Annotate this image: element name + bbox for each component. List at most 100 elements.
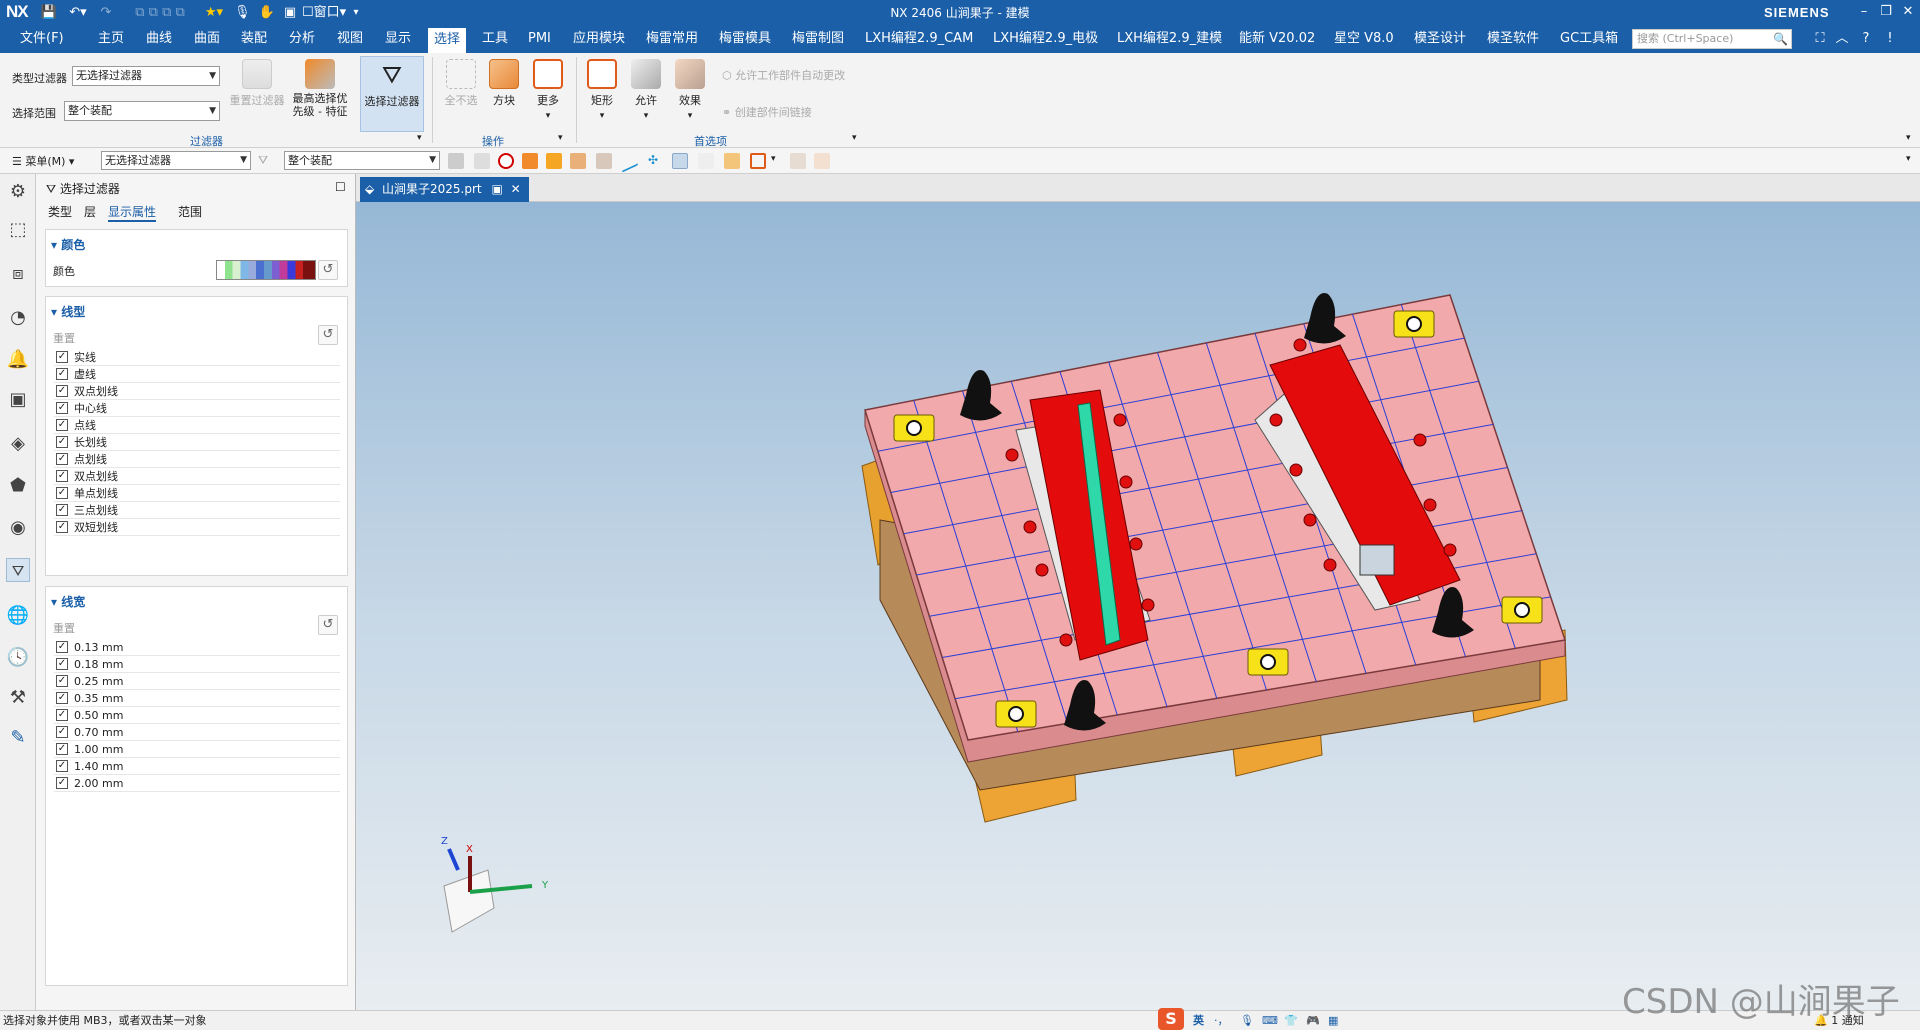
document-tab[interactable]: ⬙ 山涧果子2025.prt ▣ ✕ xyxy=(360,177,529,202)
select-view-icon[interactable] xyxy=(814,153,830,169)
menu-lxh-cam[interactable]: LXH编程2.9_CAM xyxy=(865,30,973,50)
toolbar-options-icon[interactable]: ▾ xyxy=(1906,154,1911,164)
toolbar-type-filter-select[interactable]: 无选择过滤器 ▼ xyxy=(101,151,251,170)
web-browser-icon[interactable]: 🌐 xyxy=(6,604,30,628)
linetype-row[interactable]: ✓ 点线 xyxy=(54,417,340,434)
rectangle-button[interactable]: 矩形 ▾ xyxy=(582,59,622,121)
highest-priority-button[interactable]: 最高选择优 先级 - 特征 xyxy=(286,59,354,118)
history-clock-icon[interactable]: 🕓 xyxy=(6,646,30,670)
linetype-row[interactable]: ✓ 双点划线 xyxy=(54,383,340,400)
linewidth-row[interactable]: ✓ 0.70 mm xyxy=(54,724,340,741)
toolbar-scope-select[interactable]: 整个装配 ▼ xyxy=(284,151,440,170)
microphone-icon[interactable]: 🎙 xyxy=(234,3,251,22)
more-button[interactable]: 更多 ▾ xyxy=(528,59,568,121)
ime-skin-icon[interactable]: 👕 xyxy=(1284,1011,1298,1030)
ime-punctuation-icon[interactable]: ·， xyxy=(1214,1011,1229,1030)
menu-pmi[interactable]: PMI xyxy=(528,30,551,50)
help-icon[interactable]: ? xyxy=(1854,29,1878,49)
ime-game-icon[interactable]: 🎮 xyxy=(1306,1011,1320,1030)
fullscreen-icon[interactable]: ⛶ xyxy=(1808,29,1832,49)
menu-home[interactable]: 主页 xyxy=(98,30,124,50)
linetype-row[interactable]: ✓ 长划线 xyxy=(54,434,340,451)
color-section-header[interactable]: ▾ 颜色 xyxy=(51,236,85,253)
linewidth-checkbox[interactable]: ✓ xyxy=(56,692,68,704)
reset-filter-button[interactable]: 重置过滤器 xyxy=(226,59,288,108)
hamburger-menu-button[interactable]: ☰ 菜单(M) ▾ xyxy=(12,153,74,169)
menu-meilei-common[interactable]: 梅雷常用 xyxy=(646,30,698,50)
linetype-checkbox[interactable]: ✓ xyxy=(56,470,68,482)
linewidth-row[interactable]: ✓ 2.00 mm xyxy=(54,775,340,792)
bell-icon[interactable]: 🔔 xyxy=(6,348,30,372)
alert-icon[interactable]: ! xyxy=(1878,29,1902,49)
touch-mode-icon[interactable]: ✋ xyxy=(258,3,276,22)
effect-button[interactable]: 效果 ▾ xyxy=(670,59,710,121)
view-manager-icon[interactable]: ⬟ xyxy=(6,474,30,498)
minimize-button[interactable]: – xyxy=(1852,2,1876,22)
linetype-section-header[interactable]: ▾ 线型 xyxy=(51,303,85,320)
menu-assembly[interactable]: 装配 xyxy=(241,30,267,50)
constraint-navigator-icon[interactable]: ◔ xyxy=(6,306,30,330)
select-curve-icon[interactable] xyxy=(622,149,638,173)
history-icon[interactable]: ◈ xyxy=(6,432,30,456)
linewidth-checkbox[interactable]: ✓ xyxy=(56,726,68,738)
linetype-checkbox[interactable]: ✓ xyxy=(56,385,68,397)
part-navigator-icon[interactable]: ⬚ xyxy=(6,218,30,242)
menu-applications[interactable]: 应用模块 xyxy=(573,30,625,50)
select-filter-button[interactable]: ⛛ 选择过滤器 xyxy=(360,56,424,132)
linewidth-checkbox[interactable]: ✓ xyxy=(56,743,68,755)
menu-curve[interactable]: 曲线 xyxy=(146,30,172,50)
color-palette[interactable] xyxy=(216,260,316,280)
window-menu[interactable]: ☐窗口▾ xyxy=(302,3,350,22)
tab-layer[interactable]: 层 xyxy=(84,203,96,220)
linewidth-checkbox[interactable]: ✓ xyxy=(56,777,68,789)
linetype-checkbox[interactable]: ✓ xyxy=(56,436,68,448)
linetype-row[interactable]: ✓ 双点划线 xyxy=(54,468,340,485)
command-search-input[interactable]: 搜索 (Ctrl+Space) 🔍 xyxy=(1632,29,1792,49)
menu-mosheng-software[interactable]: 模圣软件 xyxy=(1487,30,1539,50)
select-pattern-icon[interactable] xyxy=(698,153,714,169)
filter-funnel-icon[interactable]: ⛛ xyxy=(258,153,268,168)
menu-analysis[interactable]: 分析 xyxy=(289,30,315,50)
linewidth-row[interactable]: ✓ 1.00 mm xyxy=(54,741,340,758)
no-select-icon[interactable] xyxy=(498,153,514,169)
settings-gear-icon[interactable]: ⚙ xyxy=(6,180,30,204)
select-solid-icon[interactable] xyxy=(596,153,612,169)
favorite-icon[interactable]: ★▾ xyxy=(200,3,228,22)
chevron-down-icon[interactable]: ▾ xyxy=(771,154,776,164)
menu-gc-toolbox[interactable]: GC工具箱 xyxy=(1560,30,1618,50)
graphics-window[interactable]: Z X Y xyxy=(356,202,1920,1010)
menu-display[interactable]: 显示 xyxy=(385,30,411,50)
menu-mosheng-design[interactable]: 模圣设计 xyxy=(1414,30,1466,50)
type-filter-select[interactable]: 无选择过滤器 ▼ xyxy=(72,66,220,86)
menu-xingkong[interactable]: 星空 V8.0 xyxy=(1334,30,1394,50)
ribbon-options-icon[interactable]: ▾ xyxy=(1906,133,1911,143)
assembly-navigator-icon[interactable]: ⧈ xyxy=(6,262,30,286)
close-button[interactable]: ✕ xyxy=(1896,2,1920,22)
select-sheet-icon[interactable] xyxy=(546,153,562,169)
save-icon[interactable]: 💾 xyxy=(40,3,58,22)
linetype-checkbox[interactable]: ✓ xyxy=(56,419,68,431)
group-preferences-expand-icon[interactable]: ▾ xyxy=(852,133,857,143)
block-select-button[interactable]: 方块 xyxy=(484,59,524,108)
select-component-icon[interactable] xyxy=(570,153,586,169)
linewidth-row[interactable]: ✓ 0.35 mm xyxy=(54,690,340,707)
linewidth-row[interactable]: ✓ 0.18 mm xyxy=(54,656,340,673)
select-body-icon[interactable] xyxy=(522,153,538,169)
linetype-checkbox[interactable]: ✓ xyxy=(56,368,68,380)
roles-icon[interactable]: ◉ xyxy=(6,516,30,540)
color-reset-icon[interactable]: ↺ xyxy=(318,260,338,280)
menu-view[interactable]: 视图 xyxy=(337,30,363,50)
menu-lxh-electrode[interactable]: LXH编程2.9_电极 xyxy=(993,30,1098,50)
select-face-icon[interactable] xyxy=(474,153,490,169)
tab-scope[interactable]: 范围 xyxy=(178,203,202,220)
redo-icon[interactable]: ↷ xyxy=(96,3,116,22)
linewidth-checkbox[interactable]: ✓ xyxy=(56,641,68,653)
collapse-ribbon-icon[interactable]: ︿ xyxy=(1830,29,1854,49)
scope-select[interactable]: 整个装配 ▼ xyxy=(64,101,220,121)
allow-button[interactable]: 允许 ▾ xyxy=(626,59,666,121)
linetype-row[interactable]: ✓ 单点划线 xyxy=(54,485,340,502)
tab-display-attributes[interactable]: 显示属性 xyxy=(108,203,157,222)
menu-surface[interactable]: 曲面 xyxy=(194,30,220,50)
system-materials-icon[interactable]: ⚒ xyxy=(6,686,30,710)
linetype-row[interactable]: ✓ 虚线 xyxy=(54,366,340,383)
